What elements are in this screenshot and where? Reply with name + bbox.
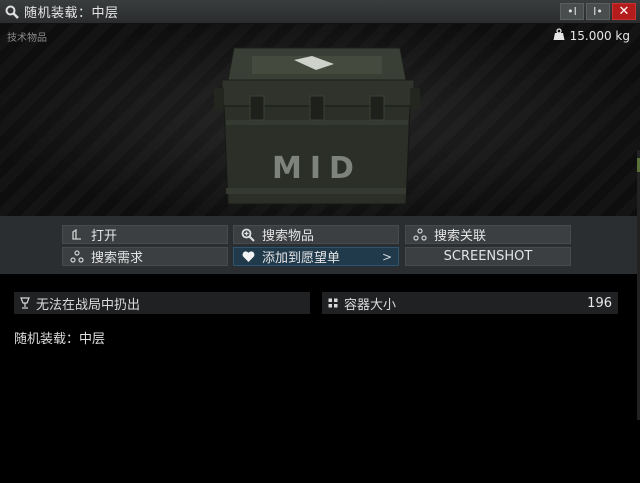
close-button[interactable]: ✕ <box>612 3 636 20</box>
container-size-label: 容器大小 <box>344 297 397 313</box>
search-related-button[interactable]: 搜索关联 <box>405 225 571 244</box>
raid-restriction-row: 无法在战局中扔出 <box>14 292 310 314</box>
search-requirements-button[interactable]: 搜索需求 <box>62 247 228 266</box>
dock-right-button[interactable]: I• <box>586 3 610 20</box>
open-label: 打开 <box>91 229 118 244</box>
crate-image: MID <box>214 47 420 205</box>
screenshot-label: SCREENSHOT <box>443 249 533 264</box>
dock-left-button[interactable]: •I <box>560 3 584 20</box>
grid-icon <box>322 298 344 308</box>
container-size-row: 容器大小 196 <box>322 292 618 314</box>
magnifier-icon <box>4 4 20 20</box>
window-title: 随机装载：中层 <box>24 6 119 21</box>
link-icon <box>406 228 434 241</box>
chevron-right-icon: > <box>381 249 392 264</box>
weight-value: 15.000 kg <box>569 29 630 43</box>
container-size-value: 196 <box>587 295 612 311</box>
item-description: 随机装载：中层 <box>14 332 106 347</box>
crate-label: MID <box>272 151 362 186</box>
search-related-label: 搜索关联 <box>434 229 487 244</box>
add-to-wishlist-button[interactable]: 添加到愿望单 > <box>233 247 399 266</box>
raid-restriction-label: 无法在战局中扔出 <box>36 297 141 313</box>
item-preview: 技术物品 15.000 kg MID <box>0 24 640 216</box>
search-icon <box>234 228 262 242</box>
cup-icon <box>14 297 36 309</box>
search-item-button[interactable]: 搜索物品 <box>233 225 399 244</box>
heart-icon <box>234 250 262 263</box>
search-requirements-label: 搜索需求 <box>91 251 144 266</box>
screenshot-button[interactable]: SCREENSHOT <box>405 247 571 266</box>
title-bar: 随机装载：中层 •I I• ✕ <box>0 0 640 24</box>
action-panel: 打开 搜索物品 搜索关联 搜索需求 添加到愿望单 > SCREENSHOT <box>0 216 640 274</box>
open-icon <box>63 228 91 241</box>
window-buttons: •I I• ✕ <box>560 3 636 20</box>
add-to-wishlist-label: 添加到愿望单 <box>262 251 341 266</box>
link-icon <box>63 250 91 263</box>
weight-icon <box>553 28 565 44</box>
search-item-label: 搜索物品 <box>262 229 315 244</box>
open-button[interactable]: 打开 <box>62 225 228 244</box>
item-weight: 15.000 kg <box>553 28 630 44</box>
item-category: 技术物品 <box>7 33 47 44</box>
